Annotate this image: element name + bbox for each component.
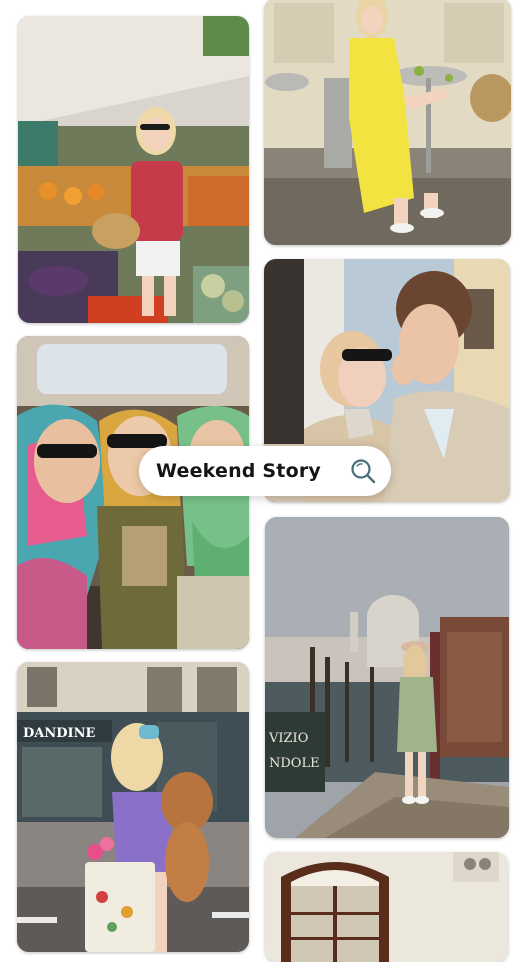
venice-sign-line-2: NDOLE [269, 756, 320, 771]
photo-card-dog-street[interactable]: DANDINE [17, 662, 249, 952]
venice-sign-line-1: VIZIO [268, 731, 308, 746]
photo-card-venice[interactable]: VIZIO NDOLE [265, 517, 509, 838]
window-photo [265, 852, 508, 962]
cafe-photo [264, 0, 511, 245]
dog-street-photo: DANDINE [17, 662, 249, 952]
market-photo [18, 16, 249, 323]
search-icon [351, 459, 376, 484]
search-query-text[interactable]: Weekend Story [156, 460, 349, 482]
photo-card-market[interactable] [18, 16, 249, 323]
search-button[interactable] [349, 457, 377, 485]
search-bar[interactable]: Weekend Story [139, 446, 391, 496]
storefront-sign: DANDINE [23, 726, 95, 741]
venice-photo: VIZIO NDOLE [265, 517, 509, 838]
photo-card-window[interactable] [265, 852, 508, 962]
photo-card-cafe[interactable] [264, 0, 511, 245]
